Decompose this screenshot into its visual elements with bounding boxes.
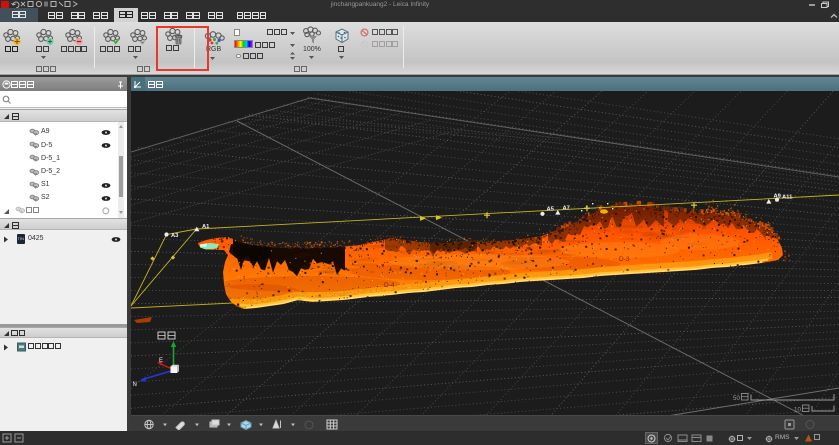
svg-text:E: E [159,358,163,364]
svg-text:A3: A3 [171,233,179,239]
svg-text:D-4: D-4 [384,282,395,289]
svg-text:N: N [133,382,137,388]
svg-text:10: 10 [794,407,801,414]
svg-text:A1: A1 [202,224,210,230]
svg-text:A5: A5 [547,207,555,213]
svg-text:A7: A7 [563,206,570,212]
svg-text:D-3: D-3 [619,256,630,263]
svg-text:50: 50 [733,395,740,402]
svg-text:A11: A11 [782,195,793,201]
